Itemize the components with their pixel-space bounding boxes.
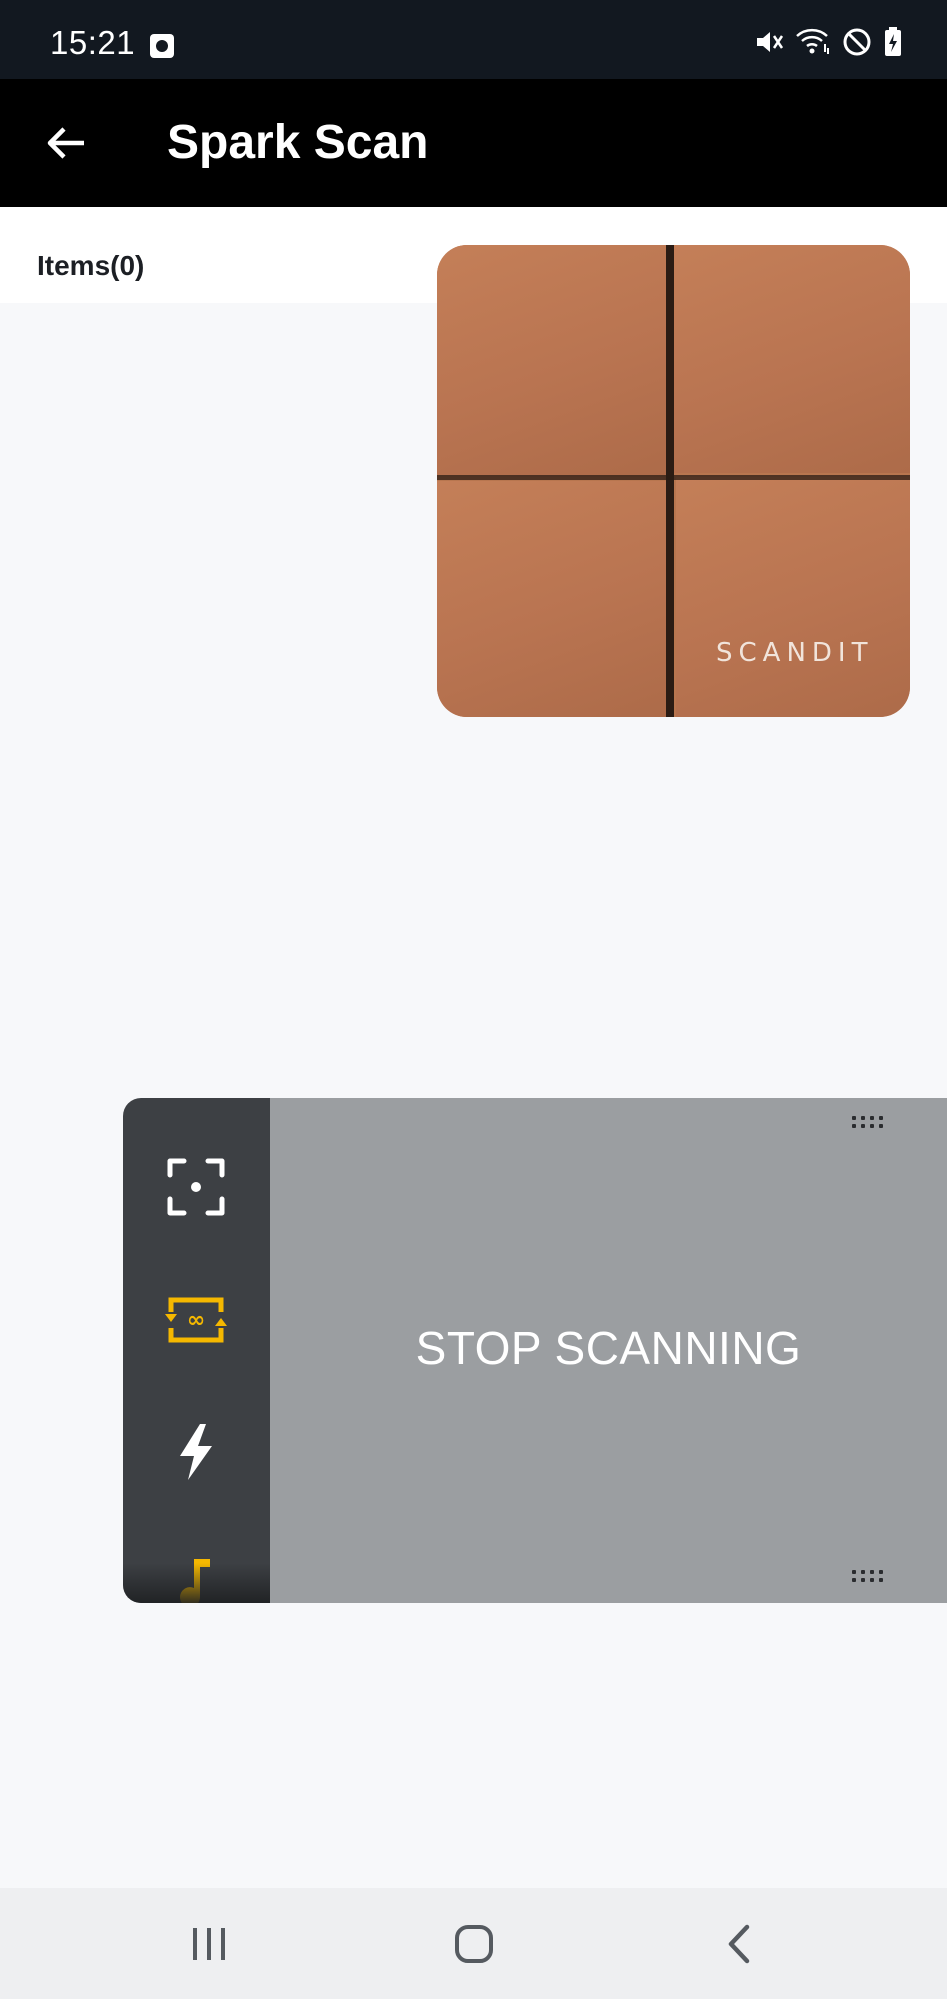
battery-charging-icon: [885, 27, 901, 56]
scandit-watermark: SCANDIT: [716, 638, 874, 668]
recent-apps-button[interactable]: [169, 1910, 249, 1978]
toolbar-fade: [123, 1563, 270, 1603]
home-button[interactable]: [434, 1910, 514, 1978]
target-mode-icon: [167, 1158, 225, 1216]
flash-icon: [180, 1424, 212, 1480]
box-surface: [437, 245, 667, 477]
app-notification-icon: [150, 34, 174, 58]
page-title: Spark Scan: [167, 116, 429, 169]
box-seam: [437, 475, 910, 480]
box-surface: [437, 481, 669, 717]
mute-icon: [757, 32, 784, 52]
drag-handle-bottom[interactable]: [852, 1570, 886, 1584]
continuous-scan-button[interactable]: ∞: [159, 1283, 233, 1357]
back-button[interactable]: [36, 115, 96, 171]
box-surface: [676, 477, 910, 717]
stop-scanning-label: STOP SCANNING: [415, 1322, 802, 1374]
system-back-button[interactable]: [699, 1910, 779, 1978]
svg-text:∞: ∞: [187, 1308, 205, 1333]
continuous-scan-icon: ∞: [165, 1297, 227, 1343]
box-seam: [666, 245, 674, 717]
drag-handle-top[interactable]: [852, 1116, 886, 1130]
status-time: 15:21: [50, 24, 136, 61]
do-not-disturb-icon: [843, 28, 871, 56]
box-surface: [673, 245, 910, 473]
arrow-left-icon: [47, 127, 84, 159]
system-nav-bar: [0, 1888, 947, 1999]
app-bar: Spark Scan: [0, 79, 947, 207]
target-mode-button[interactable]: [159, 1150, 233, 1224]
flash-button[interactable]: [159, 1415, 233, 1489]
status-icons: [753, 26, 903, 58]
home-icon: [455, 1925, 493, 1963]
items-count-label: Items(0): [37, 250, 145, 281]
recent-apps-icon: [193, 1928, 225, 1960]
status-bar: 15:21: [0, 0, 947, 79]
scan-toolbar: ∞: [123, 1098, 270, 1603]
spark-scan-panel: ∞ STOP SCANNING: [123, 1098, 947, 1603]
wifi-icon: [796, 28, 829, 54]
back-icon: [728, 1924, 750, 1964]
stop-scanning-button[interactable]: STOP SCANNING: [270, 1098, 947, 1603]
